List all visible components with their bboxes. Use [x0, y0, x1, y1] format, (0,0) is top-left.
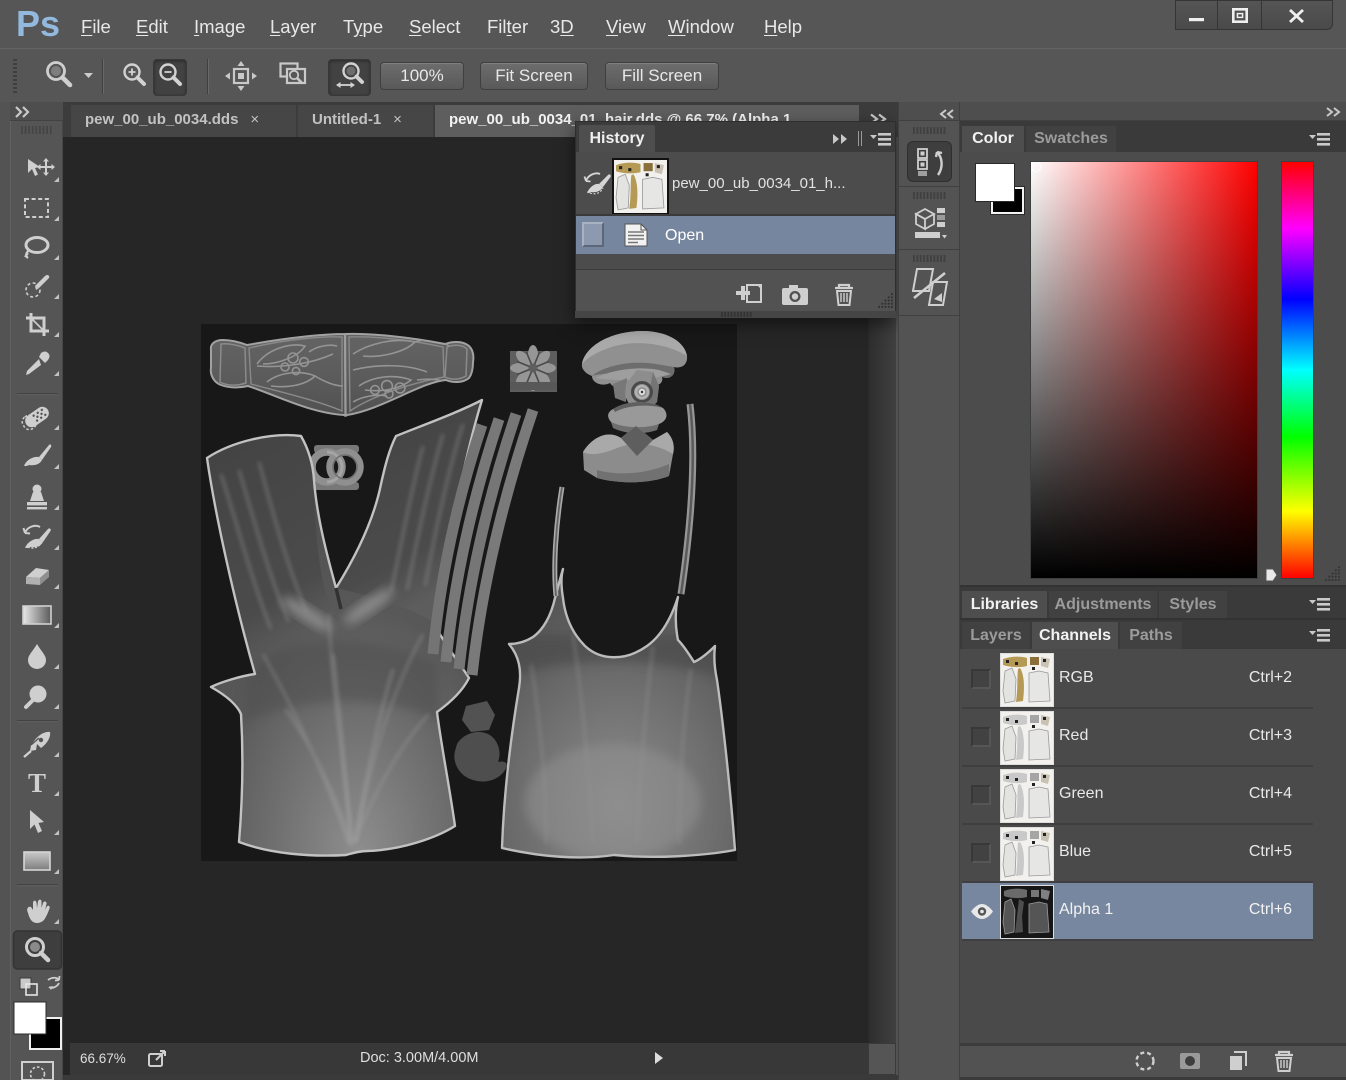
svg-text:T: T [28, 768, 46, 798]
